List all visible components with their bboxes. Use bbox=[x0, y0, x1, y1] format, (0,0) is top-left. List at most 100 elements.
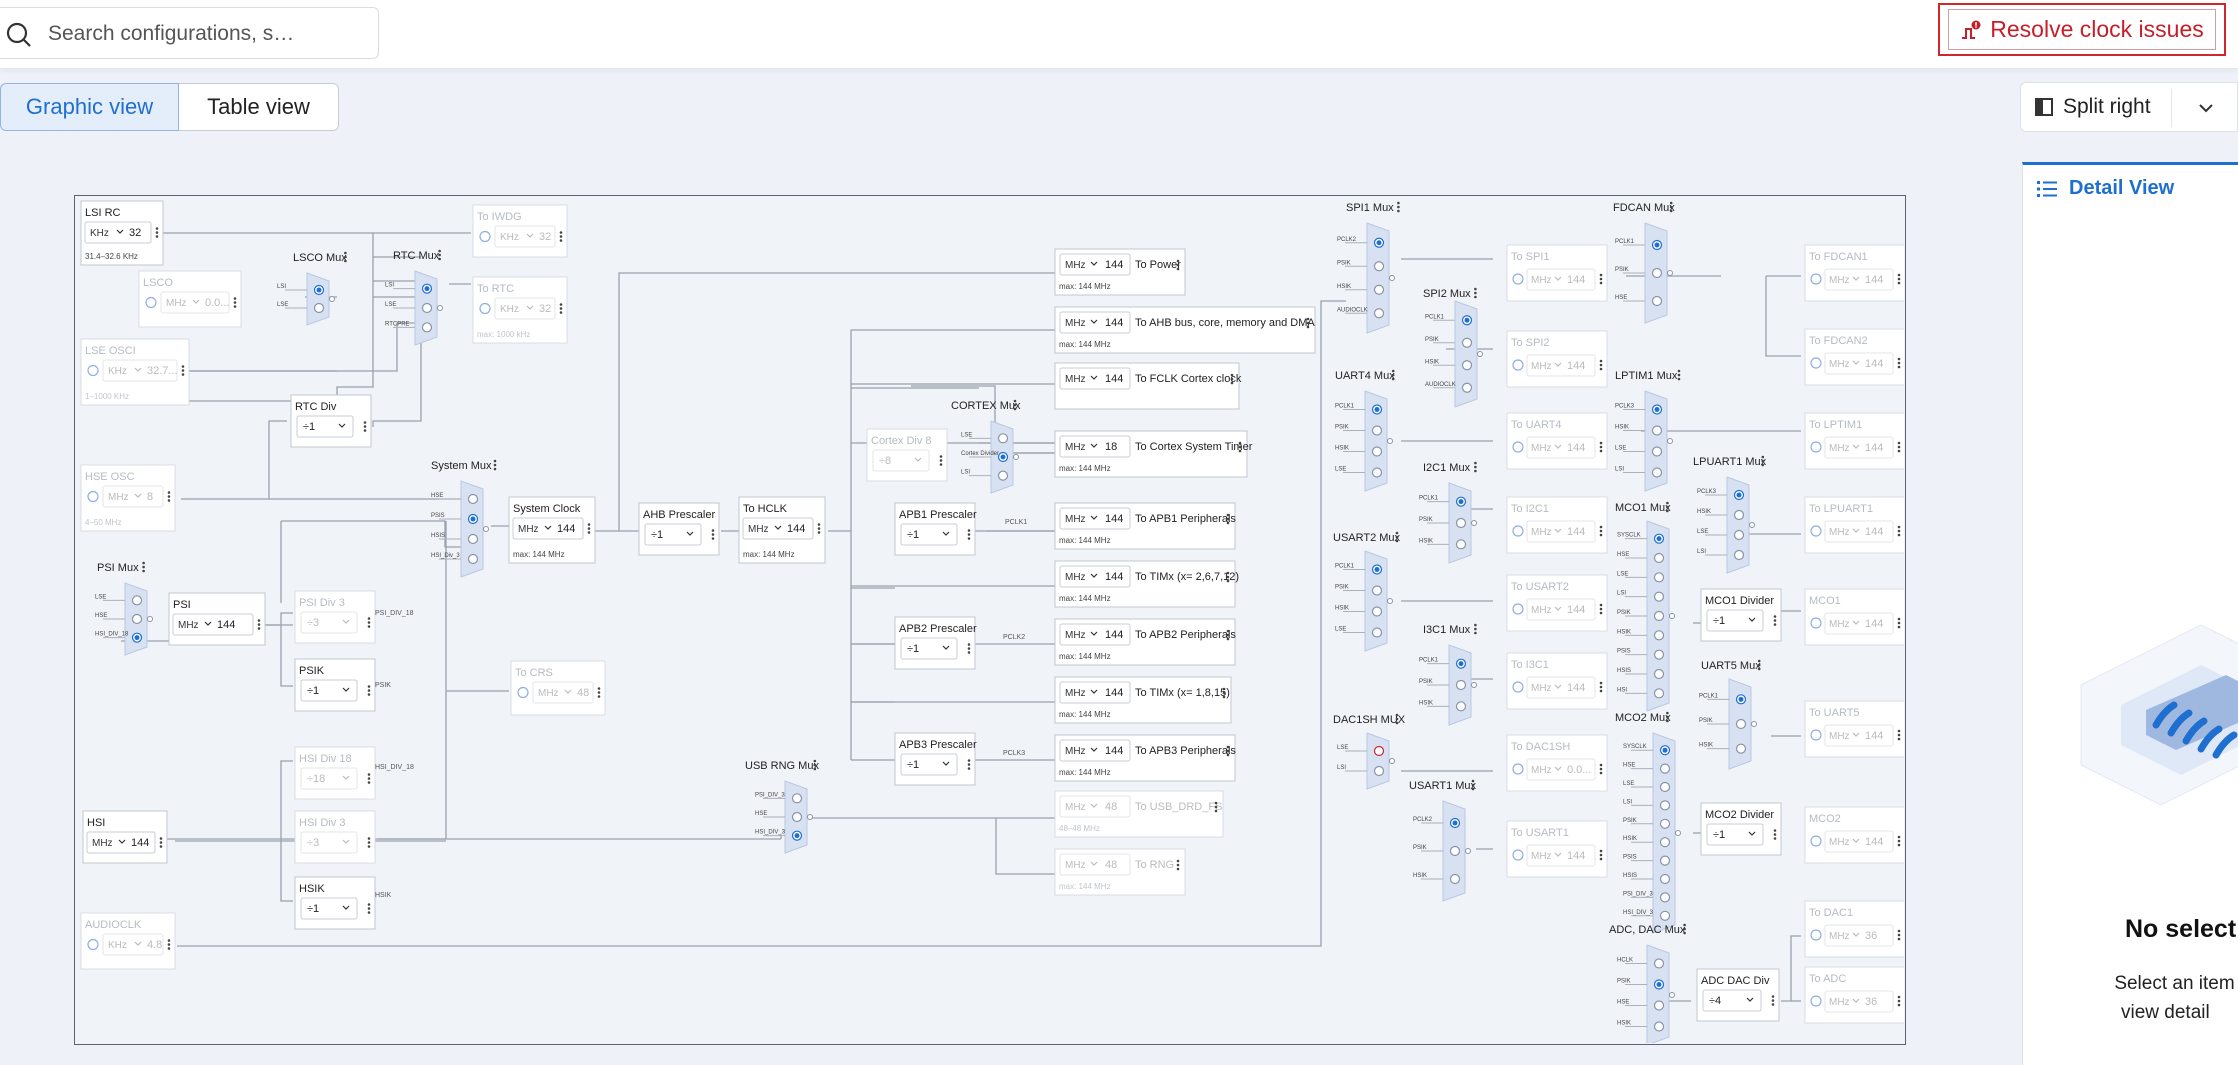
more-menu-dot[interactable] bbox=[1214, 801, 1218, 805]
mux-input-radio[interactable] bbox=[1733, 529, 1745, 541]
to-power-output[interactable]: MHz 144 To Power max: 144 MHz bbox=[1054, 248, 1186, 296]
more-menu-dot[interactable] bbox=[1599, 449, 1603, 453]
more-menu-dot[interactable] bbox=[967, 643, 971, 646]
hsi-block[interactable]: HSI MHz 144 bbox=[82, 810, 168, 864]
more-menu-dot[interactable] bbox=[1771, 1003, 1775, 1006]
mux-input-radio[interactable] bbox=[1733, 549, 1745, 561]
more-menu-dot[interactable] bbox=[1666, 715, 1669, 719]
more-menu-dot[interactable] bbox=[1214, 805, 1218, 809]
more-menu-dot[interactable] bbox=[1474, 465, 1477, 469]
more-menu-dot[interactable] bbox=[939, 459, 943, 462]
more-menu-dot[interactable] bbox=[1897, 839, 1901, 843]
more-menu-dot[interactable] bbox=[1897, 277, 1901, 281]
more-menu-dot[interactable] bbox=[1222, 691, 1226, 695]
more-menu-dot[interactable] bbox=[1773, 833, 1777, 836]
usart2-mux[interactable]: USART2 Mux PCLK1 PSIK HSIK LSE bbox=[1333, 531, 1401, 652]
more-menu-dot[interactable] bbox=[257, 627, 261, 630]
uart4-mux[interactable]: UART4 Mux PCLK1 PSIK HSIK LSE bbox=[1335, 369, 1395, 492]
more-menu-dot[interactable] bbox=[367, 903, 371, 906]
more-menu-dot[interactable] bbox=[367, 685, 371, 688]
more-menu-dot[interactable] bbox=[1226, 633, 1230, 637]
to-crs-block[interactable]: To CRS MHz 48 bbox=[510, 660, 606, 716]
more-menu-dot[interactable] bbox=[438, 257, 441, 261]
more-menu-dot[interactable] bbox=[493, 463, 497, 467]
to-fdcan1-output[interactable]: To FDCAN1 MHz 144 bbox=[1804, 244, 1906, 302]
more-menu-dot[interactable] bbox=[1666, 719, 1669, 723]
more-menu-dot[interactable] bbox=[1226, 745, 1230, 749]
tab-table-view[interactable]: Table view bbox=[179, 83, 339, 131]
more-menu-dot[interactable] bbox=[142, 569, 145, 573]
mux-input-radio[interactable] bbox=[131, 613, 143, 625]
more-menu-dot[interactable] bbox=[587, 527, 591, 530]
more-menu-dot[interactable] bbox=[167, 943, 171, 946]
more-menu-dot[interactable] bbox=[967, 537, 971, 540]
mux-input-radio[interactable] bbox=[467, 533, 479, 545]
dac1sh-mux[interactable]: DAC1SH MUX LSE LSI bbox=[1333, 713, 1406, 790]
more-menu-dot[interactable] bbox=[1669, 205, 1673, 209]
search-input[interactable] bbox=[46, 20, 370, 48]
apb2-prescaler-block[interactable]: APB2 Prescaler ÷1 bbox=[894, 616, 977, 670]
to-lptim1-output[interactable]: To LPTIM1 MHz 144 bbox=[1804, 412, 1906, 470]
more-menu-dot[interactable] bbox=[1683, 927, 1686, 931]
more-menu-dot[interactable] bbox=[1669, 209, 1673, 213]
more-menu-dot[interactable] bbox=[1226, 517, 1230, 521]
more-menu-dot[interactable] bbox=[181, 365, 185, 368]
more-menu-dot[interactable] bbox=[1230, 373, 1234, 377]
more-menu-dot[interactable] bbox=[1176, 259, 1180, 263]
more-menu-dot[interactable] bbox=[142, 565, 145, 569]
more-menu-dot[interactable] bbox=[1666, 505, 1669, 509]
mux-input-radio[interactable] bbox=[1373, 261, 1385, 272]
mux-input-radio[interactable] bbox=[1733, 509, 1745, 521]
mux-input-radio[interactable] bbox=[1653, 649, 1665, 660]
mux-input-radio[interactable] bbox=[1659, 837, 1671, 848]
mux-input-radio[interactable] bbox=[1653, 668, 1665, 680]
to-adc-output[interactable]: To ADC MHz 36 bbox=[1804, 966, 1906, 1024]
more-menu-dot[interactable] bbox=[967, 767, 971, 770]
rtc-div-block[interactable]: RTC Div ÷1 bbox=[290, 394, 372, 448]
more-menu-dot[interactable] bbox=[1599, 763, 1603, 767]
more-menu-dot[interactable] bbox=[1013, 407, 1017, 411]
mux-input-radio[interactable] bbox=[997, 470, 1009, 481]
more-menu-dot[interactable] bbox=[159, 837, 163, 840]
more-menu-dot[interactable] bbox=[1599, 857, 1603, 861]
mux-input-radio[interactable] bbox=[1735, 718, 1747, 730]
more-menu-dot[interactable] bbox=[967, 647, 971, 650]
mux-input-radio[interactable] bbox=[1461, 337, 1473, 348]
more-menu-dot[interactable] bbox=[1471, 787, 1475, 791]
more-menu-dot[interactable] bbox=[1474, 287, 1477, 291]
more-menu-dot[interactable] bbox=[1474, 461, 1477, 465]
cortex-mux[interactable]: CORTEX Mux LSE Cortex Divider LSI bbox=[951, 399, 1021, 494]
more-menu-dot[interactable] bbox=[817, 527, 821, 530]
mux-input-radio[interactable] bbox=[1653, 610, 1665, 622]
more-menu-dot[interactable] bbox=[367, 693, 371, 696]
mux-input-radio[interactable] bbox=[1659, 855, 1671, 866]
to-usart1-output[interactable]: To USART1 MHz 144 bbox=[1506, 820, 1608, 878]
mux-input-radio[interactable] bbox=[1653, 958, 1665, 969]
mux-input-radio[interactable] bbox=[1371, 627, 1383, 638]
more-menu-dot[interactable] bbox=[155, 227, 159, 230]
more-menu-dot[interactable] bbox=[597, 695, 601, 698]
more-menu-dot[interactable] bbox=[1176, 859, 1180, 863]
more-menu-dot[interactable] bbox=[1669, 201, 1673, 205]
lse-osc-block[interactable]: LSE OSCI KHz 32.7... 1–1000 KHz bbox=[80, 338, 190, 406]
more-menu-dot[interactable] bbox=[817, 531, 821, 534]
more-menu-dot[interactable] bbox=[1599, 363, 1603, 367]
more-menu-dot[interactable] bbox=[1897, 365, 1901, 369]
more-menu-dot[interactable] bbox=[1897, 1003, 1901, 1007]
mux-input-radio[interactable] bbox=[1651, 267, 1663, 279]
more-menu-dot[interactable] bbox=[1013, 403, 1017, 407]
more-menu-dot[interactable] bbox=[1395, 539, 1399, 543]
more-menu-dot[interactable] bbox=[1226, 571, 1230, 575]
hsik-block[interactable]: HSIK ÷1 bbox=[294, 876, 376, 930]
more-menu-dot[interactable] bbox=[1474, 295, 1477, 299]
more-menu-dot[interactable] bbox=[1897, 737, 1901, 741]
to-timx2-output[interactable]: MHz 144 To TIMx (x= 1,8,15) max: 144 MHz bbox=[1054, 676, 1232, 724]
to-fclk-output[interactable]: MHz 144 To FCLK Cortex clock bbox=[1054, 362, 1242, 410]
more-menu-dot[interactable] bbox=[1474, 627, 1477, 631]
more-menu-dot[interactable] bbox=[1226, 513, 1230, 517]
more-menu-dot[interactable] bbox=[1897, 617, 1901, 621]
mux-input-radio[interactable] bbox=[1653, 552, 1665, 564]
mco2-mux[interactable]: MCO2 Mux SYSCLK HSE LSE LSI PSIK HSIK PSIS HSIS P… bbox=[1615, 711, 1681, 934]
more-menu-dot[interactable] bbox=[167, 491, 171, 494]
spi2-mux[interactable]: SPI2 Mux PCLK1 PSIK HSIK AUDIOCLK bbox=[1423, 287, 1483, 408]
